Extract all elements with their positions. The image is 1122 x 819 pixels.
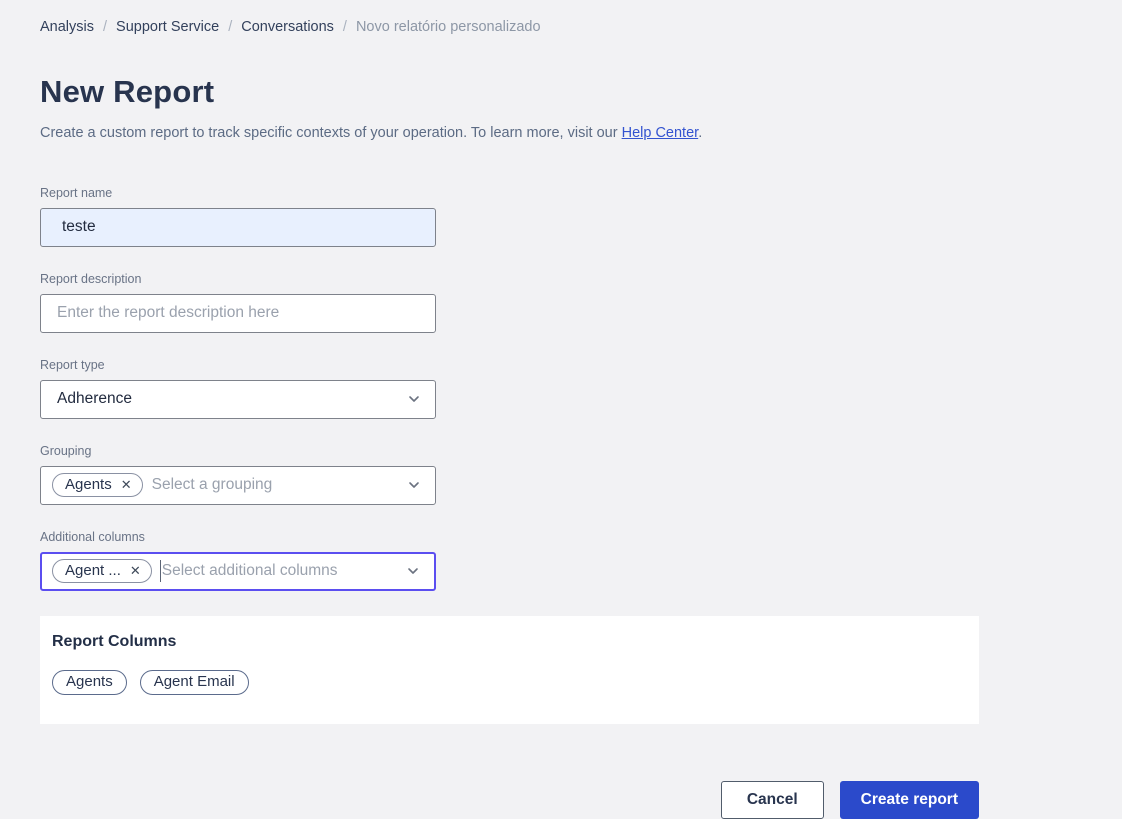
report-type-field-group: Report type Adherence	[40, 358, 436, 419]
breadcrumb-separator: /	[103, 19, 108, 35]
report-description-label: Report description	[40, 271, 142, 286]
report-form: Report name Report description Report ty…	[40, 186, 1082, 591]
report-columns-title: Report Columns	[52, 632, 177, 650]
breadcrumb-current-page: Novo relatório personalizado	[355, 19, 541, 35]
report-columns-pill-row: Agents Agent Email	[52, 669, 967, 695]
report-name-label: Report name	[40, 185, 113, 200]
close-icon[interactable]: ✕	[130, 564, 141, 577]
report-type-value: Adherence	[57, 390, 132, 407]
report-type-label: Report type	[40, 357, 105, 372]
footer-actions: Cancel Create report	[40, 780, 979, 819]
subtitle-period: .	[698, 124, 703, 141]
grouping-field-group: Grouping Agents ✕ Select a grouping	[40, 444, 436, 505]
close-icon[interactable]: ✕	[121, 478, 132, 491]
grouping-chip-label: Agents	[65, 476, 112, 493]
report-description-input[interactable]	[40, 293, 436, 333]
cancel-button[interactable]: Cancel	[720, 780, 824, 819]
additional-columns-placeholder: Select additional columns	[161, 562, 338, 579]
create-report-button[interactable]: Create report	[839, 780, 979, 819]
report-column-pill-agent-email: Agent Email	[139, 669, 249, 695]
subtitle-text: Create a custom report to track specific…	[40, 124, 622, 141]
report-description-field-group: Report description	[40, 272, 436, 333]
report-column-pill-agents: Agents	[52, 669, 127, 695]
breadcrumb-conversations[interactable]: Conversations	[241, 19, 334, 35]
grouping-chip-agents[interactable]: Agents ✕	[52, 473, 143, 497]
page-title: New Report	[40, 74, 215, 109]
chevron-down-icon	[406, 477, 422, 493]
help-center-link[interactable]: Help Center	[622, 125, 699, 141]
report-columns-card: Report Columns Agents Agent Email	[40, 615, 979, 724]
breadcrumb-analysis[interactable]: Analysis	[40, 19, 94, 35]
additional-columns-chip-agent-email[interactable]: Agent ... ✕	[52, 559, 152, 583]
breadcrumb-support-service[interactable]: Support Service	[116, 19, 219, 35]
text-cursor	[159, 560, 161, 582]
new-report-page: Analysis / Support Service / Conversatio…	[0, 0, 1122, 819]
breadcrumb-separator: /	[228, 19, 233, 35]
grouping-label: Grouping	[40, 443, 92, 458]
breadcrumb-separator: /	[342, 19, 347, 35]
chevron-down-icon	[405, 563, 421, 579]
report-name-field-group: Report name	[40, 186, 436, 247]
page-subtitle: Create a custom report to track specific…	[40, 125, 1082, 141]
additional-columns-label: Additional columns	[40, 529, 145, 544]
additional-columns-select[interactable]: Agent ... ✕ Select additional columns	[40, 551, 436, 591]
report-name-input[interactable]	[40, 207, 436, 247]
breadcrumb: Analysis / Support Service / Conversatio…	[40, 19, 1082, 35]
report-type-select[interactable]: Adherence	[40, 379, 436, 419]
chevron-down-icon	[406, 391, 422, 407]
additional-columns-field-group: Additional columns Agent ... ✕ Select ad…	[40, 530, 436, 591]
grouping-placeholder: Select a grouping	[151, 476, 273, 493]
grouping-select[interactable]: Agents ✕ Select a grouping	[40, 465, 436, 505]
additional-columns-chip-label: Agent ...	[65, 562, 121, 579]
